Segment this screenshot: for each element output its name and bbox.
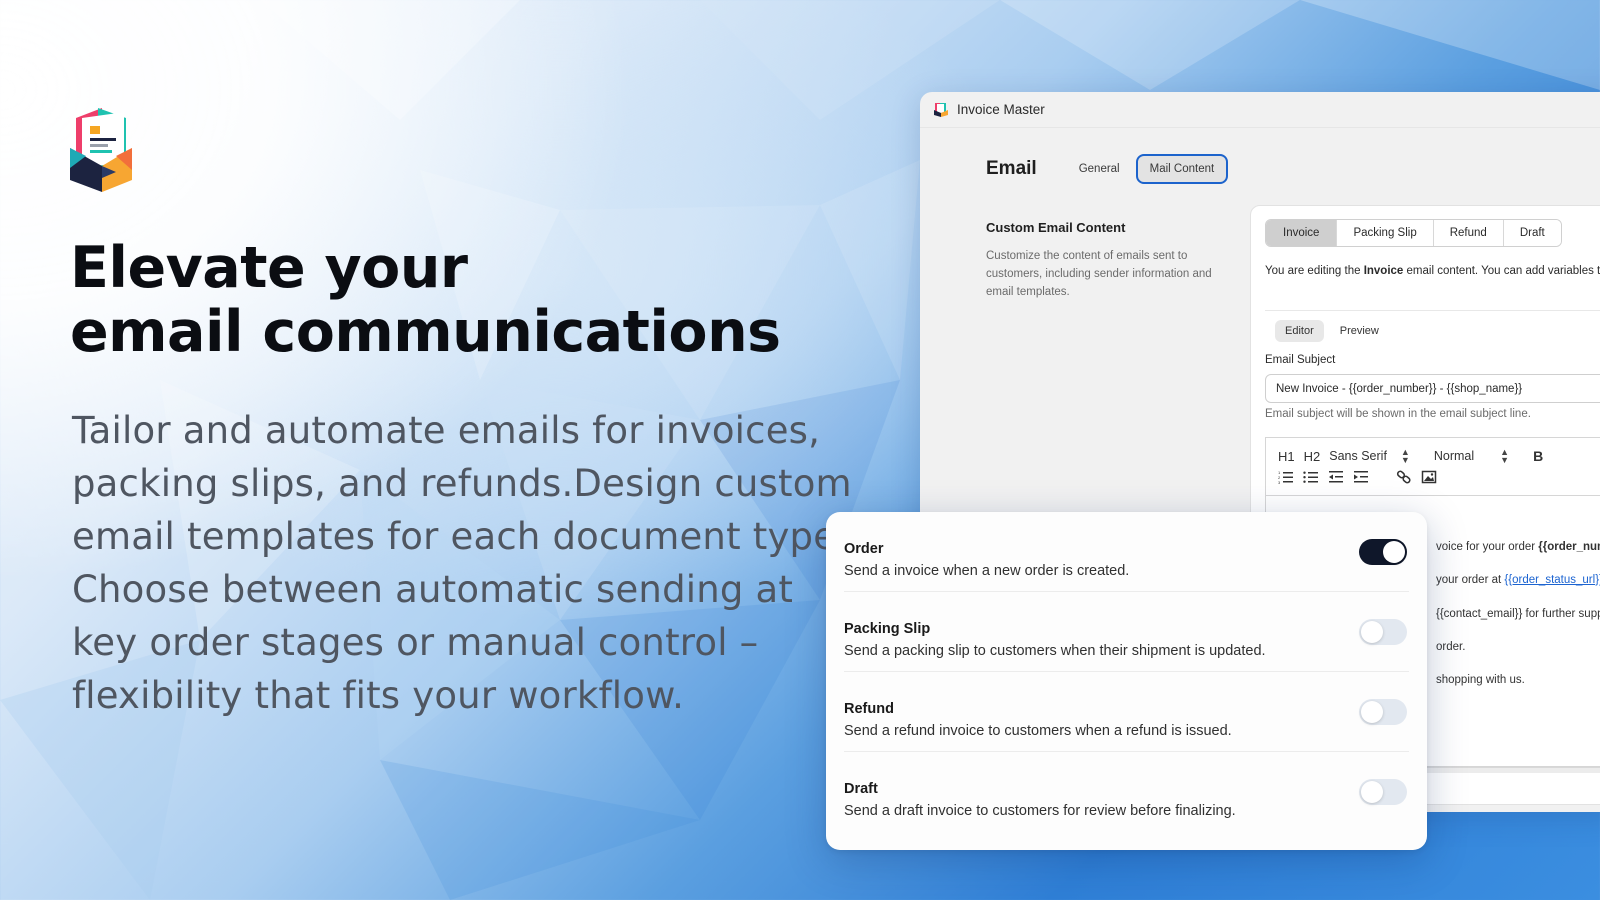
ordered-list-icon[interactable]: 123 — [1278, 470, 1294, 484]
font-family-select[interactable]: Sans Serif ▲ ▼ — [1329, 447, 1410, 465]
headline-line-1: Elevate your — [70, 235, 468, 301]
packing-slip-toggle[interactable] — [1359, 619, 1407, 645]
body-text: voice for your order — [1436, 541, 1539, 553]
app-icon — [934, 103, 948, 117]
tab-preview[interactable]: Preview — [1330, 320, 1389, 342]
heading-2-button[interactable]: H2 — [1304, 449, 1321, 464]
hero-headline: Elevate your email communications — [70, 236, 781, 364]
outdent-icon[interactable] — [1328, 470, 1344, 484]
link-icon[interactable] — [1396, 470, 1412, 484]
editor-toolbar: H1 H2 Sans Serif ▲ ▼ Normal ▲ ▼ B 123 — [1266, 438, 1600, 496]
section-title: Custom Email Content — [986, 220, 1126, 235]
setting-description: Send a packing slip to customers when th… — [844, 643, 1266, 659]
select-arrows-icon: ▲ ▼ — [1400, 447, 1410, 465]
order-toggle[interactable] — [1359, 539, 1407, 565]
section-description: Customize the content of emails sent to … — [986, 250, 1212, 298]
order-number-variable: {{order_number}} — [1538, 541, 1600, 553]
window-titlebar: Invoice Master — [920, 92, 1600, 128]
hero-description: Tailor and automate emails for invoices,… — [72, 409, 852, 717]
body-line: order. — [1436, 641, 1466, 653]
font-size-select[interactable]: Normal ▲ ▼ — [1433, 447, 1510, 465]
heading-1-label: H1 — [1278, 448, 1295, 464]
body-text: your order at — [1436, 574, 1505, 586]
toggle-knob — [1361, 701, 1383, 723]
refund-toggle[interactable] — [1359, 699, 1407, 725]
auto-send-settings-card: Order Send a invoice when a new order is… — [826, 512, 1427, 850]
image-icon[interactable] — [1421, 470, 1437, 484]
bold-button[interactable]: B — [1533, 448, 1543, 464]
editing-note: You are editing the Invoice email conten… — [1265, 262, 1600, 280]
editing-note-doc: Invoice — [1363, 265, 1404, 277]
indent-icon[interactable] — [1353, 470, 1369, 484]
setting-description: Send a invoice when a new order is creat… — [844, 563, 1130, 579]
select-arrows-icon: ▲ ▼ — [1500, 447, 1510, 465]
doc-tab-refund[interactable]: Refund — [1433, 220, 1504, 246]
tab-general[interactable]: General — [1065, 154, 1134, 184]
font-size-value: Normal — [1433, 449, 1475, 463]
toggle-knob — [1361, 621, 1383, 643]
doc-tab-packing-slip[interactable]: Packing Slip — [1337, 220, 1434, 246]
setting-row-refund: Refund Send a refund invoice to customer… — [844, 672, 1409, 752]
editing-note-suffix: email content. You can add variables to … — [1406, 265, 1600, 277]
doc-tab-draft[interactable]: Draft — [1503, 220, 1561, 246]
body-line: your order at {{order_status_url}} — [1436, 574, 1600, 586]
setting-description: Send a refund invoice to customers when … — [844, 723, 1232, 739]
setting-title: Packing Slip — [844, 621, 931, 637]
headline-line-2: email communications — [70, 299, 781, 365]
email-subject-input[interactable] — [1265, 374, 1600, 403]
document-type-tabs: Invoice Packing Slip Refund Draft — [1265, 219, 1562, 247]
setting-row-draft: Draft Send a draft invoice to customers … — [844, 752, 1409, 832]
page-header: Email General Mail Content — [986, 154, 1230, 184]
tab-editor[interactable]: Editor — [1275, 320, 1324, 342]
bullet-list-icon[interactable] — [1303, 470, 1319, 484]
divider — [1265, 310, 1600, 311]
editor-mode-tabs: Editor Preview — [1275, 320, 1395, 342]
body-line: voice for your order {{order_number}} — [1436, 541, 1600, 553]
editing-note-prefix: You are editing the — [1265, 265, 1364, 277]
svg-text:3: 3 — [1278, 480, 1281, 484]
doc-tab-invoice[interactable]: Invoice — [1266, 220, 1338, 246]
page-title: Email — [986, 158, 1037, 179]
setting-row-packing-slip: Packing Slip Send a packing slip to cust… — [844, 592, 1409, 672]
email-subject-label: Email Subject — [1265, 354, 1336, 366]
setting-title: Order — [844, 541, 884, 557]
app-title: Invoice Master — [957, 102, 1045, 117]
tab-mail-content[interactable]: Mail Content — [1135, 154, 1229, 184]
toggle-knob — [1361, 781, 1383, 803]
setting-row-order: Order Send a invoice when a new order is… — [844, 512, 1409, 592]
app-logo-icon — [70, 108, 132, 192]
setting-title: Refund — [844, 701, 894, 717]
order-status-link[interactable]: {{order_status_url}} — [1504, 574, 1600, 586]
draft-toggle[interactable] — [1359, 779, 1407, 805]
setting-description: Send a draft invoice to customers for re… — [844, 803, 1236, 819]
body-line: shopping with us. — [1436, 674, 1525, 686]
bold-label: B — [1533, 448, 1544, 464]
heading-2-label: H2 — [1303, 448, 1321, 464]
font-family-value: Sans Serif — [1329, 449, 1387, 463]
body-line: {{contact_email}} for further support. — [1436, 608, 1600, 620]
email-subject-help: Email subject will be shown in the email… — [1265, 408, 1531, 420]
toggle-knob — [1383, 541, 1405, 563]
section-info: Custom Email Content Customize the conte… — [986, 220, 1216, 301]
heading-1-button[interactable]: H1 — [1278, 449, 1295, 464]
setting-title: Draft — [844, 781, 878, 797]
